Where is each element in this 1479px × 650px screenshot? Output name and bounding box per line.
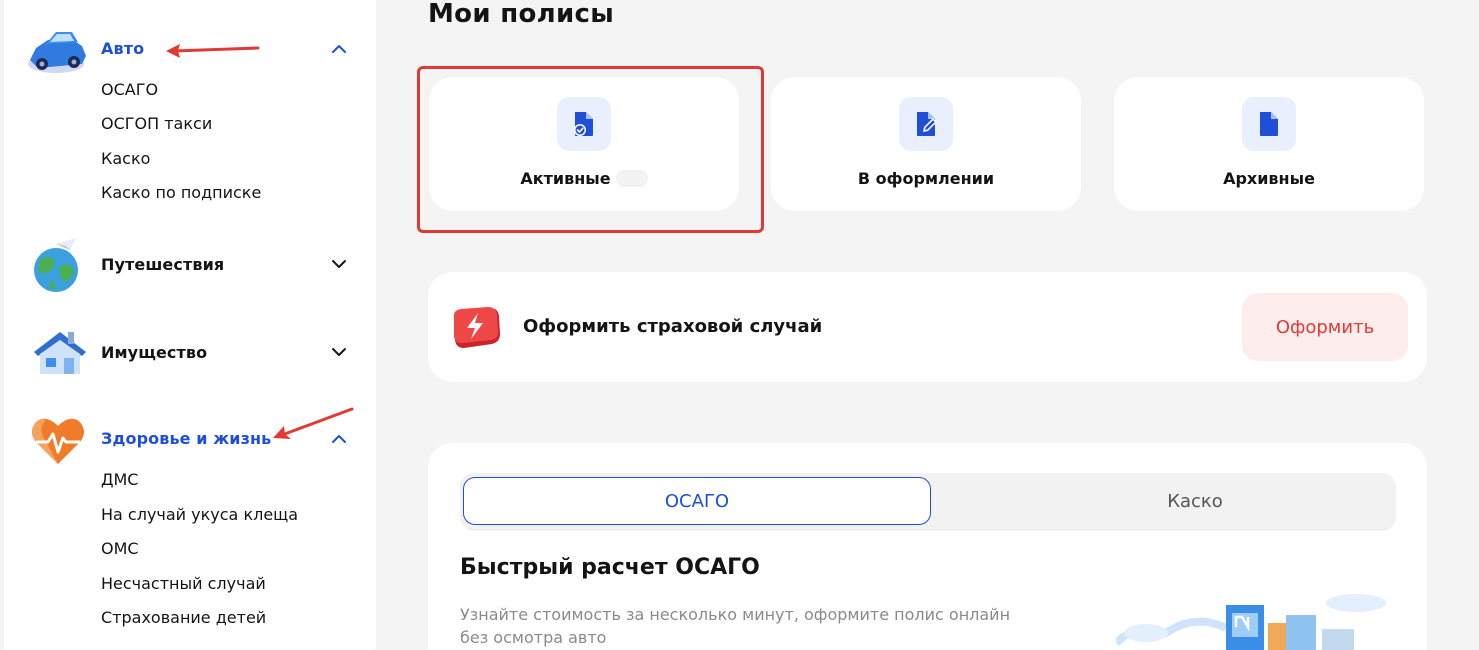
policy-card-in-progress-label: В оформлении xyxy=(857,169,995,188)
claim-title: Оформить страховой случай xyxy=(523,316,823,337)
sidebar: Авто ОСАГО ОСГОП такси Каско Каско по по… xyxy=(4,0,376,650)
document-edit-icon xyxy=(917,112,937,136)
sidebar-item-children[interactable]: Страхование детей xyxy=(101,608,266,627)
chevron-up-icon[interactable] xyxy=(330,40,348,58)
tab-kasko[interactable]: Каско xyxy=(960,477,1427,525)
policy-card-in-progress[interactable]: В оформлении xyxy=(771,77,1081,211)
claim-card: Оформить страховой случай Оформить xyxy=(428,272,1427,382)
policy-card-archive[interactable]: Архивные xyxy=(1114,77,1424,211)
globe-plane-icon xyxy=(34,238,78,292)
sidebar-category-health-label: Здоровье и жизнь xyxy=(101,429,272,448)
car-icon xyxy=(28,32,86,73)
policy-card-archive-label: Архивные xyxy=(1223,169,1315,188)
document-icon xyxy=(1260,112,1278,136)
chevron-down-icon[interactable] xyxy=(330,343,348,361)
annotation-highlight-box xyxy=(417,66,764,233)
sidebar-item-kasko-subscription[interactable]: Каско по подписке xyxy=(101,183,261,202)
tab-osago[interactable]: ОСАГО xyxy=(463,477,931,525)
sidebar-category-property-label: Имущество xyxy=(101,343,208,362)
status-icon-box xyxy=(899,97,953,151)
sidebar-item-dms[interactable]: ДМС xyxy=(101,470,138,489)
house-icon xyxy=(34,332,86,374)
file-claim-button[interactable]: Оформить xyxy=(1242,293,1408,361)
status-icon-box xyxy=(1242,97,1296,151)
osago-calc-card: ОСАГО Каско Быстрый расчет ОСАГО Узнайте… xyxy=(428,443,1427,650)
sidebar-item-tick-bite[interactable]: На случай укуса клеща xyxy=(101,505,298,524)
sidebar-item-oms[interactable]: ОМС xyxy=(101,539,139,558)
chevron-down-icon[interactable] xyxy=(330,255,348,273)
sidebar-item-osago[interactable]: ОСАГО xyxy=(101,80,158,99)
sidebar-category-auto-label: Авто xyxy=(101,39,145,58)
calc-description: Узнайте стоимость за несколько минут, оф… xyxy=(460,605,1011,647)
calc-title: Быстрый расчет ОСАГО xyxy=(460,555,760,580)
page-title: Мои полисы xyxy=(428,0,615,29)
heart-pulse-icon xyxy=(32,418,84,464)
lightning-badge-icon xyxy=(453,307,500,348)
sidebar-item-accident[interactable]: Несчастный случай xyxy=(101,574,266,593)
sidebar-item-kasko[interactable]: Каско xyxy=(101,149,150,168)
city-illustration xyxy=(1116,594,1386,650)
insurance-type-tabs: ОСАГО Каско xyxy=(460,473,1396,531)
chevron-up-icon[interactable] xyxy=(330,430,348,448)
sidebar-item-osgop-taxi[interactable]: ОСГОП такси xyxy=(101,114,212,133)
sidebar-category-travel-label: Путешествия xyxy=(101,255,225,274)
